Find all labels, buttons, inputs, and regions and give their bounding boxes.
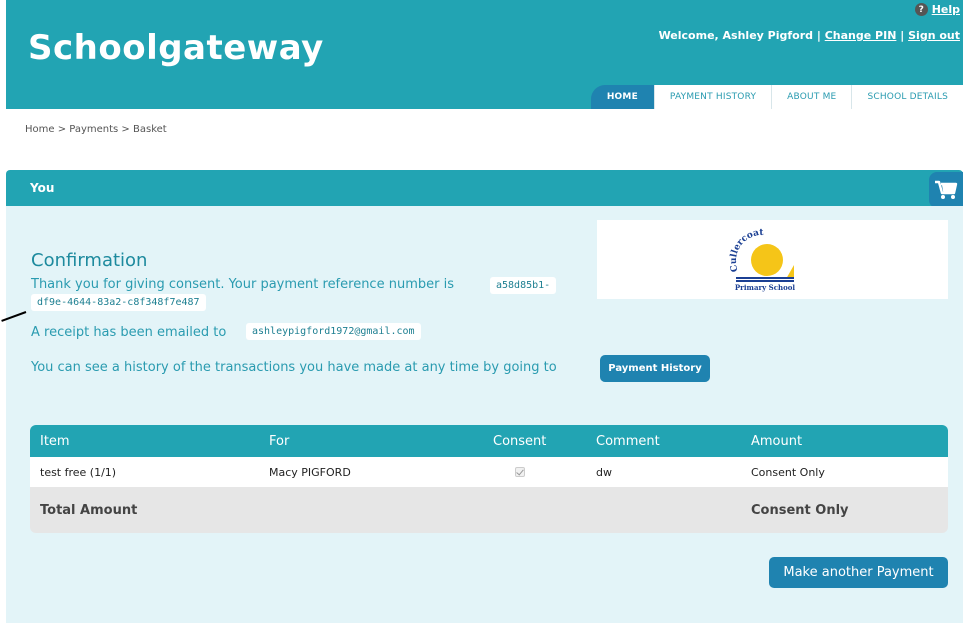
column-header-comment: Comment [596,433,660,449]
welcome-text: Welcome, Ashley Pigford | [658,29,821,42]
sign-out-link[interactable]: Sign out [908,29,960,42]
panel-header: You [6,170,963,206]
tab-school-details[interactable]: SCHOOL DETAILS [851,85,963,109]
help-area: ? Help [914,3,960,16]
help-link[interactable]: Help [932,3,960,16]
schoolgateway-logo[interactable]: Schoolgateway [28,28,324,68]
school-logo-image: Cullercoats Primary School [724,227,795,292]
total-label: Total Amount [40,502,138,518]
tab-home[interactable]: HOME [590,85,654,109]
receipt-email: ashleypigford1972@gmail.com [246,323,421,340]
separator: | [900,29,905,42]
cart-icon [935,180,958,199]
column-header-amount: Amount [751,433,803,449]
help-icon[interactable]: ? [914,3,928,16]
welcome-bar: Welcome, Ashley Pigford | Change PIN | S… [659,29,960,42]
consent-checkbox[interactable] [515,467,525,477]
comment-cell: dw [596,465,612,479]
amount-cell: Consent Only [751,465,825,479]
header-bar: Schoolgateway ? Help Welcome, Ashley Pig… [6,0,963,109]
basket-button[interactable] [929,172,963,208]
column-header-for: For [269,433,290,449]
item-cell: test free (1/1) [40,465,117,479]
payment-reference-part2: df9e-4644-83a2-c8f348f7e487 [31,294,206,311]
payment-history-button[interactable]: Payment History [600,355,710,382]
column-header-item: Item [40,433,70,449]
table-row: test free (1/1) Macy PIGFORD dw Consent … [30,457,948,487]
table-total-row: Total Amount Consent Only [30,487,948,533]
breadcrumb[interactable]: Home > Payments > Basket [25,124,167,135]
for-cell: Macy PIGFORD [269,465,351,479]
tab-about-me[interactable]: ABOUT ME [771,85,852,109]
confirmation-title: Confirmation [31,250,148,271]
payment-reference-part1: a58d85b1- [490,277,557,294]
change-pin-link[interactable]: Change PIN [825,29,897,42]
consent-message: Thank you for giving consent. Your payme… [31,277,454,292]
main-tabs: HOME PAYMENT HISTORY ABOUT ME SCHOOL DET… [590,85,963,109]
total-value: Consent Only [751,502,849,518]
tab-payment-history[interactable]: PAYMENT HISTORY [653,85,772,109]
school-label: Primary School [735,283,795,292]
consent-cell [493,457,525,487]
column-header-consent: Consent [493,433,547,449]
basket-table: Item For Consent Comment Amount test fre… [30,425,948,533]
history-message: You can see a history of the transaction… [31,360,557,375]
make-another-payment-button[interactable]: Make another Payment [769,557,948,588]
school-logo-box: Cullercoats Primary School [597,220,948,299]
receipt-message: A receipt has been emailed to [31,325,227,340]
table-header: Item For Consent Comment Amount [30,425,948,457]
